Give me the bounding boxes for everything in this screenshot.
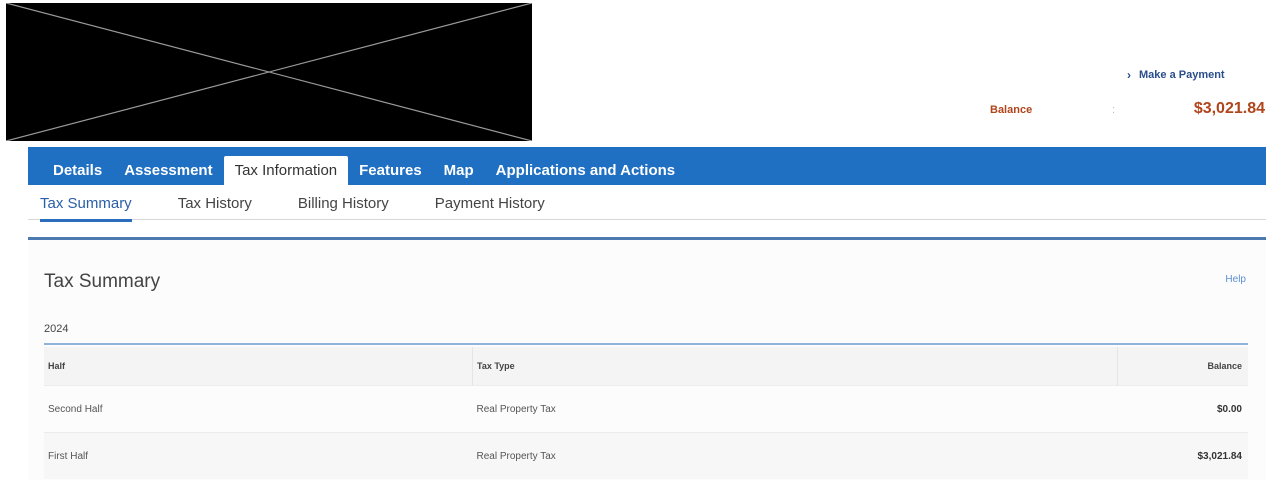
subtab-tax-history[interactable]: Tax History (178, 186, 252, 219)
cell-tax-type: Real Property Tax (472, 385, 1118, 433)
subtab-tax-summary[interactable]: Tax Summary (40, 186, 132, 222)
tab-applications-and-actions[interactable]: Applications and Actions (485, 162, 686, 185)
main-tab-bar: Details Assessment Tax Information Featu… (28, 147, 1266, 185)
tab-features[interactable]: Features (348, 162, 433, 185)
make-payment-label: Make a Payment (1139, 69, 1225, 81)
cell-balance: $3,021.84 (1117, 432, 1248, 479)
cell-tax-type: Real Property Tax (472, 432, 1118, 479)
table-row[interactable]: First Half Real Property Tax $3,021.84 (44, 432, 1248, 479)
placeholder-cross-icon (6, 3, 532, 141)
balance-amount: $3,021.84 (1193, 100, 1265, 117)
tax-summary-panel: Tax Summary Help 2024 Half Tax Type Bala… (28, 237, 1266, 480)
tab-assessment[interactable]: Assessment (113, 162, 223, 185)
panel-title: Tax Summary (44, 271, 161, 292)
tab-details[interactable]: Details (42, 162, 113, 185)
chevron-right-icon: › (1127, 68, 1131, 82)
balance-summary: Balance : $3,021.84 (990, 100, 1273, 124)
table-row[interactable]: Second Half Real Property Tax $0.00 (44, 385, 1248, 433)
tax-year-label: 2024 (44, 323, 69, 335)
balance-separator: : (1112, 104, 1116, 116)
tax-summary-table: Half Tax Type Balance Second Half Real P… (44, 347, 1248, 479)
subtab-billing-history[interactable]: Billing History (298, 186, 389, 219)
redacted-logo-image (6, 3, 532, 141)
tab-map[interactable]: Map (433, 162, 485, 185)
year-divider (44, 343, 1248, 345)
column-header-half[interactable]: Half (44, 347, 473, 386)
balance-label: Balance (990, 104, 1033, 116)
make-payment-link[interactable]: › Make a Payment (1127, 68, 1225, 82)
column-header-tax-type[interactable]: Tax Type (472, 347, 1118, 386)
subtab-payment-history[interactable]: Payment History (435, 186, 545, 219)
column-header-balance[interactable]: Balance (1117, 347, 1248, 386)
sub-tab-bar: Tax Summary Tax History Billing History … (28, 186, 1266, 222)
cell-half: First Half (44, 432, 473, 479)
table-header-row: Half Tax Type Balance (44, 347, 1248, 386)
tab-tax-information[interactable]: Tax Information (223, 156, 349, 185)
help-link[interactable]: Help (1225, 274, 1246, 285)
cell-balance: $0.00 (1117, 385, 1248, 433)
cell-half: Second Half (44, 385, 473, 433)
